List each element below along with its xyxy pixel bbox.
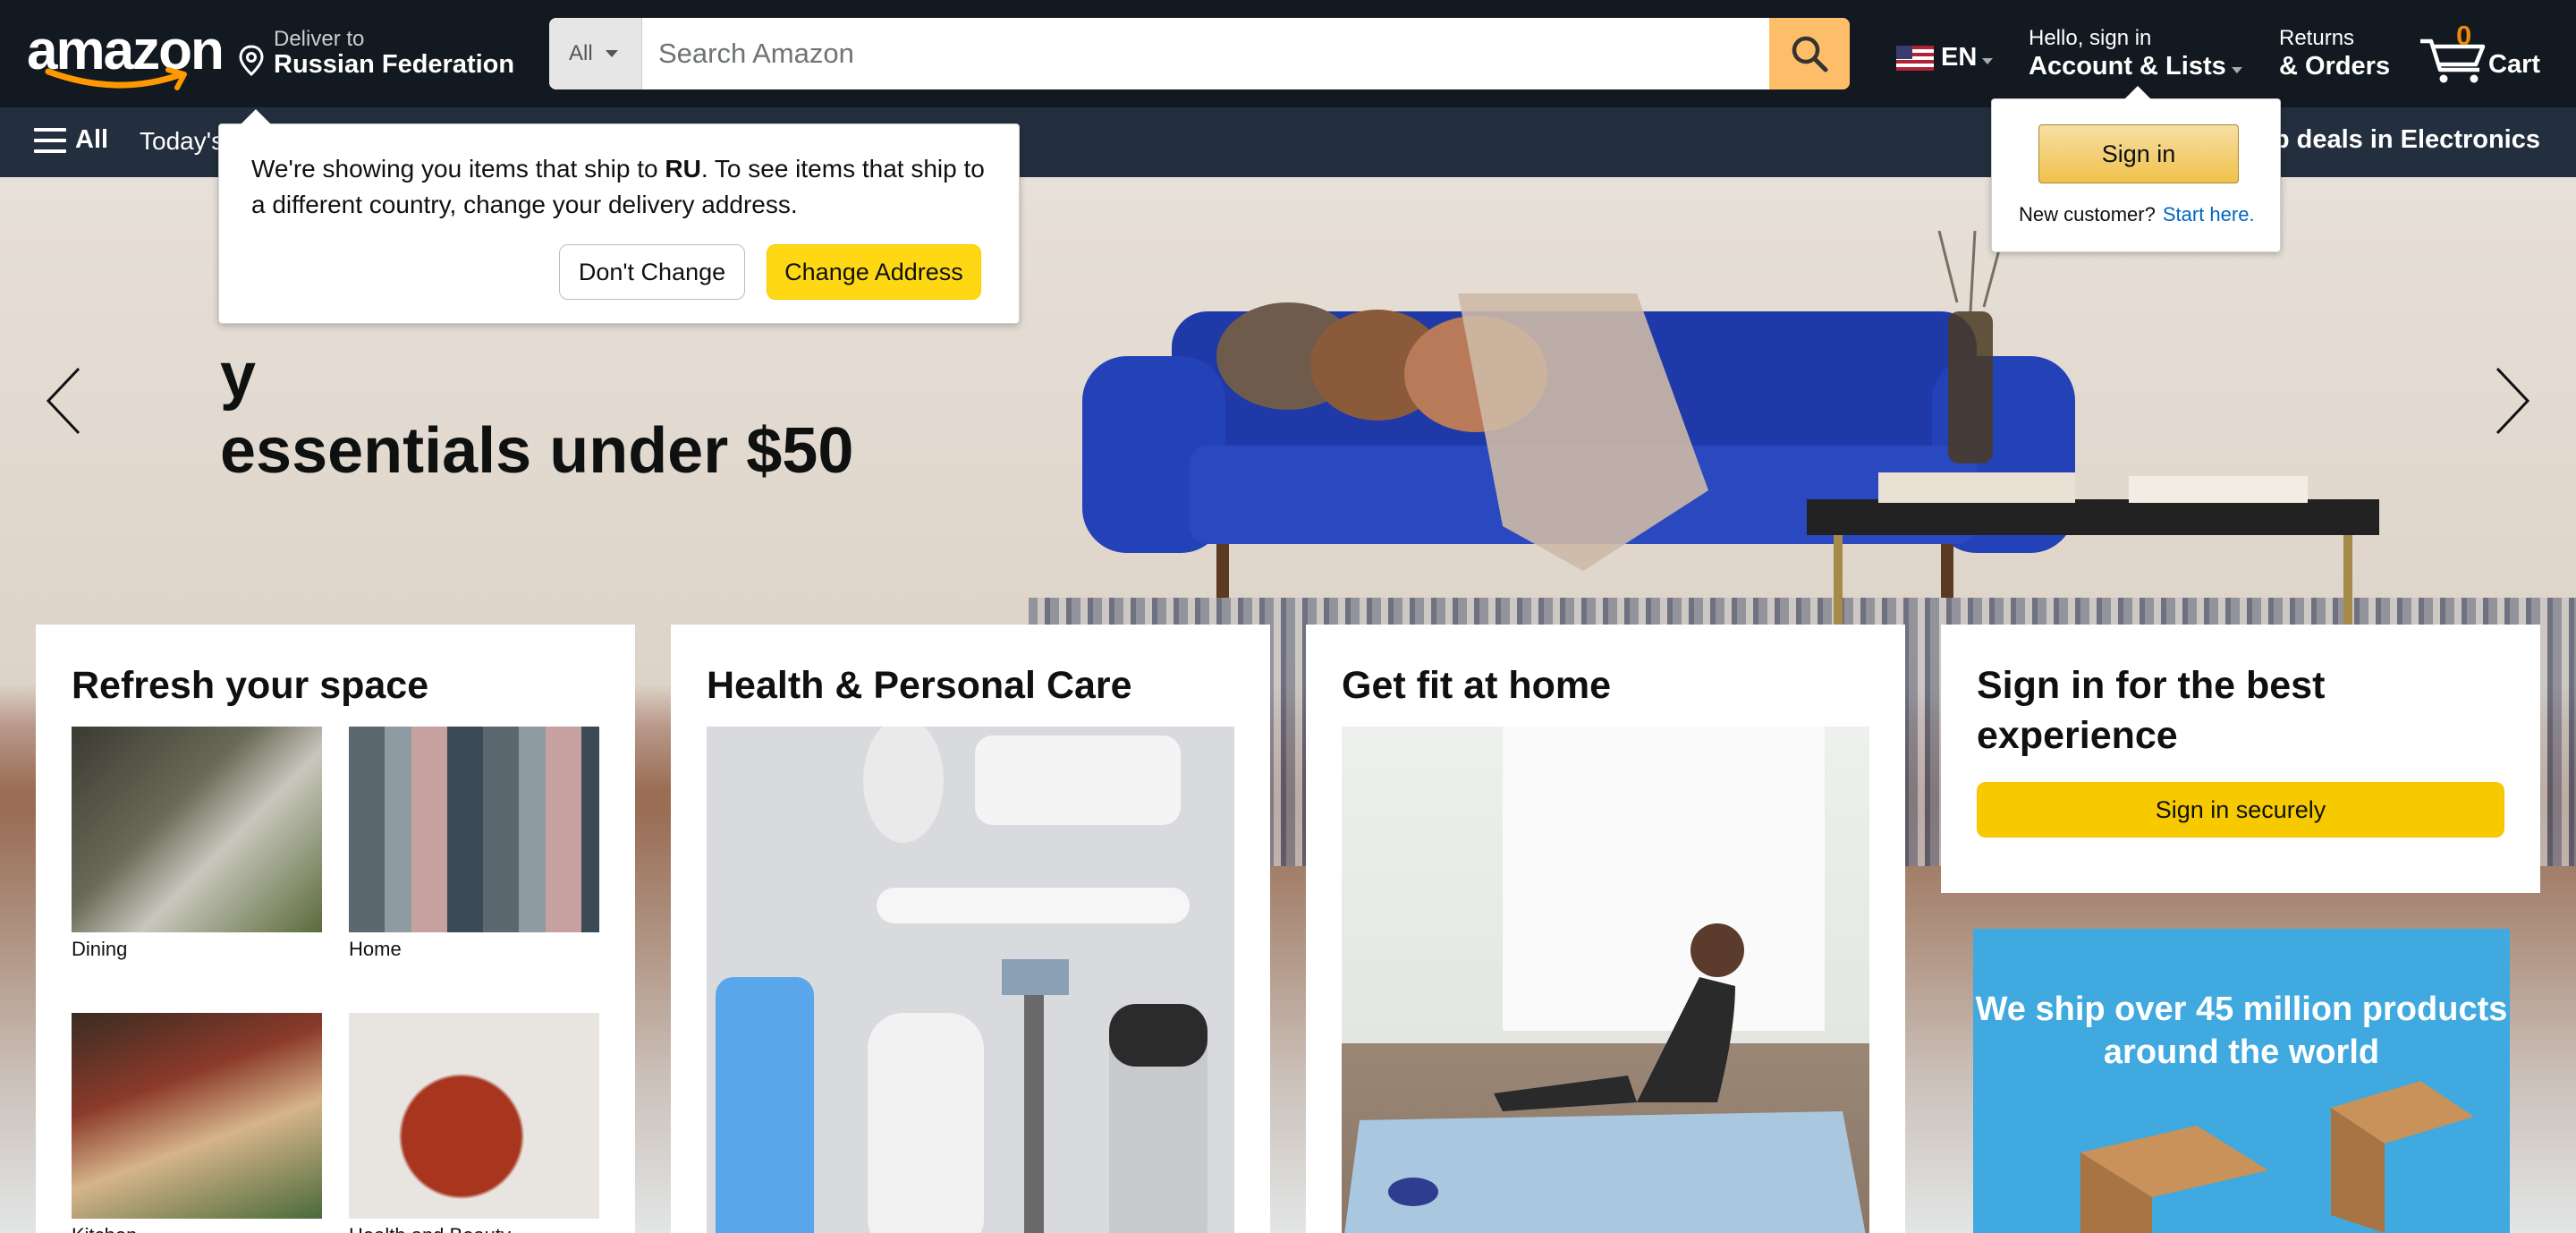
all-menu-button[interactable]: All: [34, 125, 108, 155]
carousel-prev-icon[interactable]: [43, 365, 86, 437]
deliver-to-country: Russian Federation: [274, 50, 515, 79]
deliver-to-label: Deliver to: [274, 27, 365, 51]
card-title: Get fit at home: [1342, 664, 1612, 707]
search-input[interactable]: [642, 18, 1757, 89]
language-value: EN: [1941, 43, 1978, 72]
tile-caption: Kitchen: [72, 1224, 322, 1233]
boxes-icon: [2080, 1081, 2474, 1233]
delivery-popover-message: We're showing you items that ship to RU.…: [251, 155, 985, 218]
amazon-logo[interactable]: amazon: [27, 23, 225, 90]
us-flag-icon: [1896, 45, 1934, 71]
all-menu-label: All: [75, 125, 109, 154]
search-icon: [1792, 36, 1828, 72]
chevron-down-icon: [2231, 66, 2242, 73]
change-address-button[interactable]: Change Address: [767, 244, 981, 300]
nav-todays-deals[interactable]: Today's: [140, 127, 224, 156]
account-sign-in-popover: Sign in New customer? Start here.: [1991, 86, 2281, 252]
cart-icon: [2420, 38, 2486, 83]
tile-dining[interactable]: Dining: [72, 727, 322, 961]
health-personal-care-image[interactable]: [707, 727, 1234, 1233]
orders-label: & Orders: [2279, 52, 2391, 81]
top-header: amazon Deliver to Russian Federation All…: [0, 0, 2576, 107]
cart-label: Cart: [2488, 50, 2541, 79]
search-category-value: All: [569, 41, 593, 65]
search-category-select[interactable]: All: [549, 18, 642, 89]
account-lists[interactable]: Hello, sign in Account & Lists: [2029, 25, 2242, 81]
hero-title: y essentials under $50: [220, 338, 853, 489]
hero-title-line2: essentials under $50: [220, 415, 854, 487]
toiletries-illustration: [707, 727, 1234, 1233]
chevron-down-icon: [605, 50, 618, 57]
ship-worldwide-ad[interactable]: We ship over 45 million products around …: [1973, 929, 2510, 1233]
nav-promo-link[interactable]: p deals in Electronics: [2274, 125, 2540, 155]
start-here-link[interactable]: Start here.: [2163, 203, 2255, 225]
tile-caption: Health and Beauty: [349, 1224, 599, 1233]
smile-icon: [45, 67, 187, 90]
health-beauty-image: [349, 1013, 599, 1219]
search-bar: All: [549, 18, 1850, 89]
kitchen-image: [72, 1013, 322, 1219]
card-title: Refresh your space: [72, 664, 429, 707]
card-health-personal-care: Health & Personal Care: [671, 625, 1270, 1233]
card-sign-in: Sign in for the best experience Sign in …: [1941, 625, 2540, 893]
tile-caption: Home: [349, 938, 402, 960]
get-fit-image[interactable]: [1342, 727, 1869, 1233]
chevron-down-icon: [1982, 58, 1994, 64]
hero-title-line1: y: [220, 340, 257, 412]
dining-image: [72, 727, 322, 932]
cart-button[interactable]: 0 Cart: [2417, 18, 2569, 89]
tile-health-beauty[interactable]: Health and Beauty: [349, 1013, 599, 1233]
language-selector[interactable]: EN: [1896, 43, 1994, 72]
country-code: RU: [665, 155, 701, 183]
search-button[interactable]: [1769, 18, 1850, 89]
hamburger-icon: [34, 127, 66, 153]
sign-in-securely-button[interactable]: Sign in securely: [1977, 782, 2504, 838]
new-customer-text: New customer? Start here.: [2019, 203, 2255, 225]
tile-caption: Dining: [72, 938, 128, 960]
cart-count: 0: [2456, 20, 2472, 51]
location-pin-icon: [239, 45, 264, 77]
hero-vase-image: [1937, 231, 2004, 463]
carousel-next-icon[interactable]: [2490, 365, 2533, 437]
card-title: Sign in for the best experience: [1977, 664, 2326, 757]
tile-kitchen[interactable]: Kitchen: [72, 1013, 322, 1233]
sign-in-button[interactable]: Sign in: [2038, 124, 2239, 183]
card-refresh-space: Refresh your space Dining Home Kitchen H…: [36, 625, 635, 1233]
returns-orders[interactable]: Returns & Orders: [2279, 25, 2390, 81]
tile-home[interactable]: Home: [349, 727, 599, 961]
account-label: Account & Lists: [2029, 52, 2226, 81]
dont-change-button[interactable]: Don't Change: [559, 244, 745, 300]
home-image: [349, 727, 599, 932]
returns-label: Returns: [2279, 26, 2355, 50]
delivery-address-popover: We're showing you items that ship to RU.…: [218, 109, 1020, 324]
account-greeting: Hello, sign in: [2029, 26, 2152, 50]
card-title: Health & Personal Care: [707, 664, 1132, 707]
card-get-fit-home: Get fit at home: [1306, 625, 1905, 1233]
yoga-illustration: [1344, 727, 1866, 1233]
